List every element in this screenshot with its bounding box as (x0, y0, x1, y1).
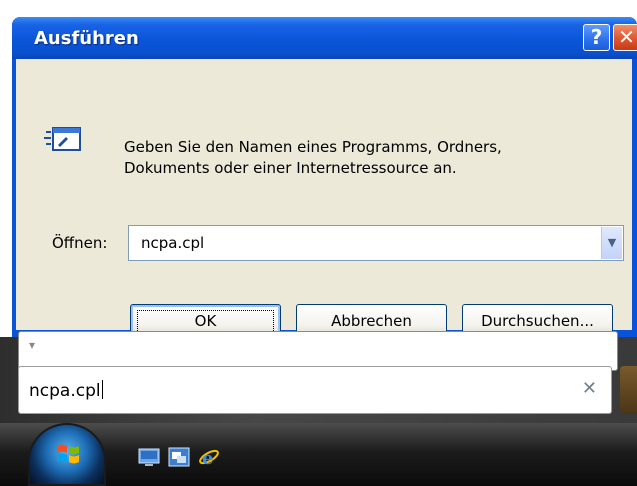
show-desktop-icon[interactable] (138, 447, 160, 467)
search-text: ncpa.cpl (29, 381, 101, 401)
open-input[interactable]: ncpa.cpl (141, 234, 204, 252)
run-icon (44, 127, 81, 151)
text-caret (101, 380, 103, 399)
dialog-title: Ausführen (34, 28, 139, 49)
start-menu-side-panel-edge (620, 366, 637, 414)
prompt-line-1: Geben Sie den Namen eines Programms, Ord… (124, 138, 502, 156)
start-search-box[interactable]: ncpa.cpl ✕ (18, 366, 612, 414)
cancel-button-label: Abbrechen (331, 312, 412, 330)
prompt-line-2: Dokuments oder einer Internetressource a… (124, 159, 457, 177)
start-menu-results-edge: ▾ (18, 331, 618, 371)
help-button[interactable]: ? (583, 24, 610, 51)
dialog-titlebar[interactable]: Ausführen ? ✕ (12, 17, 637, 59)
run-dialog: Ausführen ? ✕ Geben Sie den Namen eines … (12, 17, 637, 337)
dropdown-button[interactable]: ▼ (601, 227, 622, 259)
help-icon: ? (590, 25, 603, 49)
browse-button-label: Durchsuchen... (481, 312, 594, 330)
open-combobox[interactable]: ncpa.cpl ▼ (128, 225, 624, 261)
ok-button-label: OK (194, 312, 217, 330)
results-scroll-mark: ▾ (29, 338, 36, 352)
start-search-input[interactable]: ncpa.cpl (29, 380, 103, 401)
open-label: Öffnen: (52, 234, 108, 252)
internet-explorer-icon[interactable]: e (198, 447, 220, 467)
chevron-down-icon: ▼ (607, 236, 617, 249)
dialog-body: Geben Sie den Namen eines Programms, Ord… (16, 59, 632, 337)
close-button[interactable]: ✕ (613, 24, 637, 51)
switch-windows-icon[interactable] (168, 447, 190, 467)
dialog-prompt: Geben Sie den Namen eines Programms, Ord… (124, 137, 604, 179)
clear-search-icon[interactable]: ✕ (582, 378, 597, 399)
windows-flag-icon (57, 444, 79, 464)
close-icon: ✕ (618, 25, 635, 49)
svg-text:e: e (202, 448, 213, 467)
vista-start-area: ▾ ncpa.cpl ✕ e (0, 331, 637, 486)
